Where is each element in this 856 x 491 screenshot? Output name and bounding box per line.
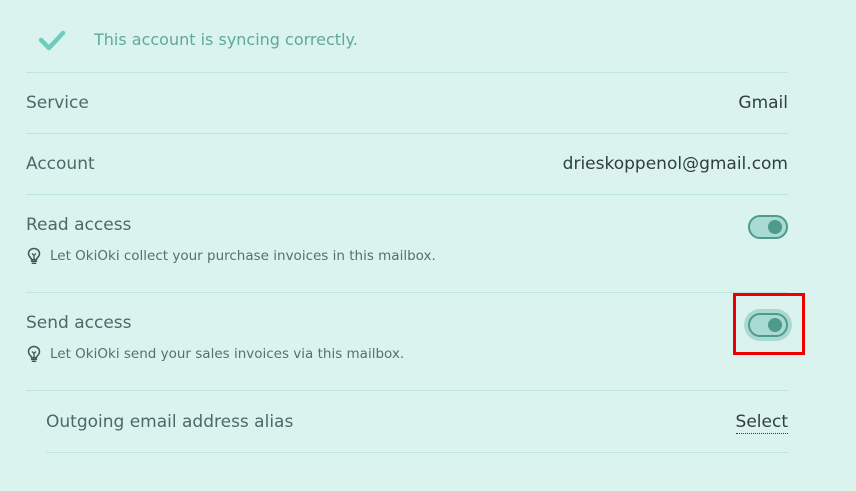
account-label: Account bbox=[26, 154, 95, 174]
account-row: Account drieskoppenol@gmail.com bbox=[26, 134, 788, 195]
checkmark-icon bbox=[38, 30, 66, 51]
alias-row: Outgoing email address alias Select bbox=[46, 392, 788, 453]
toggle-knob bbox=[768, 220, 782, 234]
send-access-label: Send access bbox=[26, 313, 132, 333]
highlight-box bbox=[733, 293, 805, 355]
alias-label: Outgoing email address alias bbox=[46, 412, 294, 432]
account-value: drieskoppenol@gmail.com bbox=[562, 154, 788, 174]
service-value: Gmail bbox=[738, 93, 788, 113]
sync-status-text: This account is syncing correctly. bbox=[94, 30, 358, 49]
read-access-row: Read access Let OkiOki collect your purc… bbox=[26, 195, 788, 293]
send-access-row: Send access Let OkiOki send your sales i… bbox=[26, 293, 788, 391]
read-access-hint: Let OkiOki collect your purchase invoice… bbox=[26, 247, 436, 265]
lightbulb-icon bbox=[27, 247, 41, 265]
service-row: Service Gmail bbox=[26, 73, 788, 134]
service-label: Service bbox=[26, 93, 89, 113]
read-access-toggle[interactable] bbox=[748, 215, 788, 239]
account-settings-panel: This account is syncing correctly. Servi… bbox=[0, 0, 856, 491]
send-access-hint: Let OkiOki send your sales invoices via … bbox=[26, 345, 404, 363]
send-access-hint-text: Let OkiOki send your sales invoices via … bbox=[50, 346, 405, 362]
alias-select-link[interactable]: Select bbox=[735, 412, 788, 434]
sync-status: This account is syncing correctly. bbox=[26, 0, 788, 73]
lightbulb-icon bbox=[27, 345, 41, 363]
read-access-label: Read access bbox=[26, 215, 132, 235]
read-access-hint-text: Let OkiOki collect your purchase invoice… bbox=[50, 248, 436, 264]
